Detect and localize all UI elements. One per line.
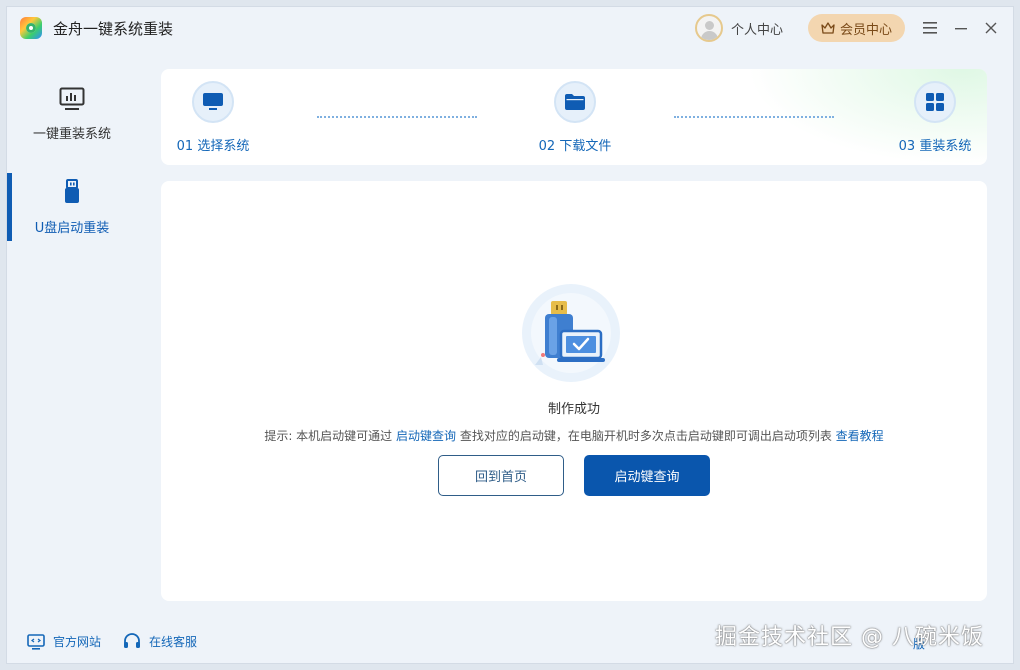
menu-icon <box>923 22 937 34</box>
user-center-button[interactable]: 个人中心 <box>695 13 783 43</box>
online-service-label: 在线客服 <box>149 635 198 649</box>
step-label: 01 选择系统 <box>176 139 250 154</box>
step-reinstall-system: 03 重装系统 <box>890 81 980 154</box>
title-bar: 金舟一键系统重装 个人中心 会员中心 <box>7 7 1013 51</box>
headset-icon <box>124 633 140 648</box>
steps-panel: 01 选择系统 02 下载文件 03 重装系统 <box>161 69 987 165</box>
step-connector <box>674 116 834 118</box>
minimize-button[interactable] <box>949 16 973 40</box>
boot-key-query-link[interactable]: 启动键查询 <box>396 429 456 443</box>
hint-text: 提示: 本机启动键可通过 启动键查询 查找对应的启动键，在电脑开机时多次点击启动… <box>161 427 987 444</box>
app-title: 金舟一键系统重装 <box>53 20 174 38</box>
sidebar-item-one-click-reinstall[interactable]: 一键重装系统 <box>7 87 137 142</box>
vip-center-label: 会员中心 <box>839 22 892 38</box>
crown-icon <box>821 22 835 34</box>
app-logo-icon <box>20 17 42 39</box>
back-home-button[interactable]: 回到首页 <box>438 455 564 496</box>
user-center-label: 个人中心 <box>731 22 784 38</box>
monitor-link-icon <box>27 633 45 650</box>
step-label: 02 下载文件 <box>538 139 612 154</box>
folder-icon <box>565 94 585 110</box>
close-button[interactable] <box>979 16 1003 40</box>
app-window: 金舟一键系统重装 个人中心 会员中心 一键重装系统 U盘启动重装 01 选择系统… <box>6 6 1014 664</box>
official-site-link[interactable]: 官方网站 <box>27 633 101 650</box>
view-tutorial-link[interactable]: 查看教程 <box>836 429 884 443</box>
sidebar-item-usb-reinstall[interactable]: U盘启动重装 <box>7 179 137 236</box>
step-select-system: 01 选择系统 <box>168 81 258 154</box>
menu-button[interactable] <box>918 16 942 40</box>
status-message: 制作成功 <box>547 402 600 417</box>
minimize-icon <box>955 28 967 30</box>
monitor-chart-icon <box>59 87 85 110</box>
main-panel: 制作成功 提示: 本机启动键可通过 启动键查询 查找对应的启动键，在电脑开机时多… <box>161 181 987 601</box>
online-service-link[interactable]: 在线客服 <box>123 633 197 650</box>
usb-laptop-success-illustration <box>522 284 620 382</box>
hint-prefix: 提示: 本机启动键可通过 <box>264 429 396 443</box>
step-connector <box>317 116 477 118</box>
avatar-icon <box>695 14 723 42</box>
step-download-files: 02 下载文件 <box>530 81 620 154</box>
windows-icon <box>926 93 944 111</box>
watermark-text: 掘金技术社区 @ 八碗米饭 <box>715 625 984 650</box>
sidebar-item-label: U盘启动重装 <box>34 221 110 236</box>
close-icon <box>985 22 997 34</box>
usb-drive-icon <box>65 179 79 203</box>
vip-center-button[interactable]: 会员中心 <box>808 14 905 42</box>
hint-middle: 查找对应的启动键，在电脑开机时多次点击启动键即可调出启动项列表 <box>456 429 836 443</box>
monitor-icon <box>203 93 223 110</box>
official-site-label: 官方网站 <box>53 635 102 649</box>
sidebar-item-label: 一键重装系统 <box>32 127 111 142</box>
boot-key-query-button[interactable]: 启动键查询 <box>584 455 710 496</box>
step-label: 03 重装系统 <box>898 139 972 154</box>
